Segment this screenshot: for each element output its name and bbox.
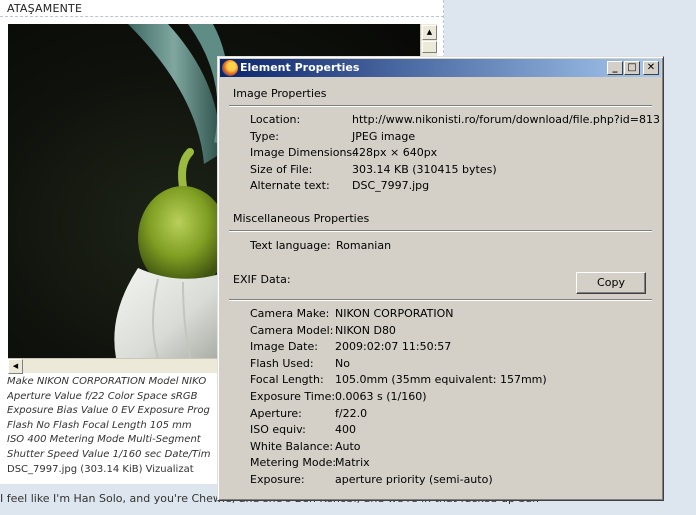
misc-properties-heading: Miscellaneous Properties [233, 212, 370, 225]
exif-label: Camera Make: [250, 307, 330, 320]
exif-label: Camera Model: [250, 323, 334, 337]
exif-value: Auto [335, 439, 361, 453]
property-label: Image Dimensions: [250, 146, 356, 160]
exif-label: Exposure Time: [250, 390, 336, 403]
exif-caption-line: ISO 400 Metering Mode Multi-Segment [7, 434, 201, 446]
scroll-left-arrow-icon[interactable]: ◀ [8, 359, 23, 374]
exif-value: No [335, 356, 350, 370]
property-label: Size of File: [250, 162, 313, 176]
exif-data-heading: EXIF Data: [233, 273, 291, 286]
exif-label: Flash Used: [250, 356, 314, 370]
property-label: Type: [250, 129, 279, 143]
exif-value: Matrix [335, 456, 370, 470]
image-properties-heading: Image Properties [233, 87, 327, 100]
attachments-heading: ATAŞAMENTE [7, 2, 83, 15]
section-divider [229, 105, 652, 107]
exif-value: NIKON CORPORATION [335, 307, 454, 320]
exif-value: f/22.0 [335, 406, 368, 420]
exif-caption-line: Shutter Speed Value 1/160 sec Date/Tim [7, 448, 211, 460]
close-button[interactable]: ✕ [643, 61, 659, 75]
dialog-title: Element Properties [240, 61, 360, 74]
property-value: Romanian [336, 239, 392, 252]
property-label: Text language: [250, 239, 331, 252]
exif-label: Aperture: [250, 406, 302, 420]
firefox-icon [222, 60, 238, 76]
exif-value: 400 [335, 423, 356, 437]
exif-label: White Balance: [250, 439, 334, 453]
exif-caption-line: Flash No Flash Focal Length 105 mm [7, 419, 192, 431]
exif-label: Image Date: [250, 340, 318, 354]
property-value[interactable]: http://www.nikonisti.ro/forum/download/f… [352, 112, 660, 129]
exif-caption-line: Exposure Bias Value 0 EV Exposure Prog [7, 405, 210, 417]
exif-caption-line: Aperture Value f/22 Color Space sRGB [7, 390, 198, 402]
section-divider [229, 230, 652, 232]
exif-value: 105.0mm (35mm equivalent: 157mm) [335, 373, 547, 387]
maximize-button[interactable]: □ [624, 61, 640, 75]
dialog-titlebar[interactable]: Element Properties _ □ ✕ [220, 59, 661, 77]
divider [0, 16, 444, 17]
exif-value: NIKON D80 [335, 323, 396, 337]
scrollbar-thumb[interactable] [422, 41, 437, 53]
exif-label: Focal Length: [250, 373, 324, 387]
element-properties-dialog: Element Properties _ □ ✕ Image Propertie… [217, 56, 664, 501]
property-value: 303.14 KB (310415 bytes) [352, 162, 497, 176]
scroll-up-arrow-icon[interactable]: ▲ [422, 25, 437, 40]
exif-label: Metering Mode: [250, 456, 337, 470]
photo-horizontal-scrollbar[interactable]: ◀ [8, 358, 220, 374]
property-value: JPEG image [352, 129, 416, 143]
attachment-file-info: DSC_7997.jpg (303.14 KiB) Vizualizat [7, 463, 194, 475]
exif-label: Exposure: [250, 473, 305, 486]
property-value: DSC_7997.jpg [352, 179, 430, 193]
exif-value: 0.0063 s (1/160) [335, 390, 427, 403]
minimize-button[interactable]: _ [607, 61, 623, 75]
photo-exif-caption: Make NIKON CORPORATION Model NIKO Apertu… [7, 375, 217, 477]
property-label: Location: [250, 113, 301, 126]
exif-value: aperture priority (semi-auto) [335, 473, 493, 486]
exif-caption-line: Make NIKON CORPORATION Model NIKO [7, 376, 207, 387]
exif-label: ISO equiv: [250, 423, 306, 437]
property-label: Alternate text: [250, 179, 330, 193]
exif-value: 2009:02:07 11:50:57 [335, 340, 452, 354]
property-value: 428px × 640px [352, 146, 438, 160]
section-divider [229, 299, 652, 301]
copy-button[interactable]: Copy [576, 272, 646, 294]
